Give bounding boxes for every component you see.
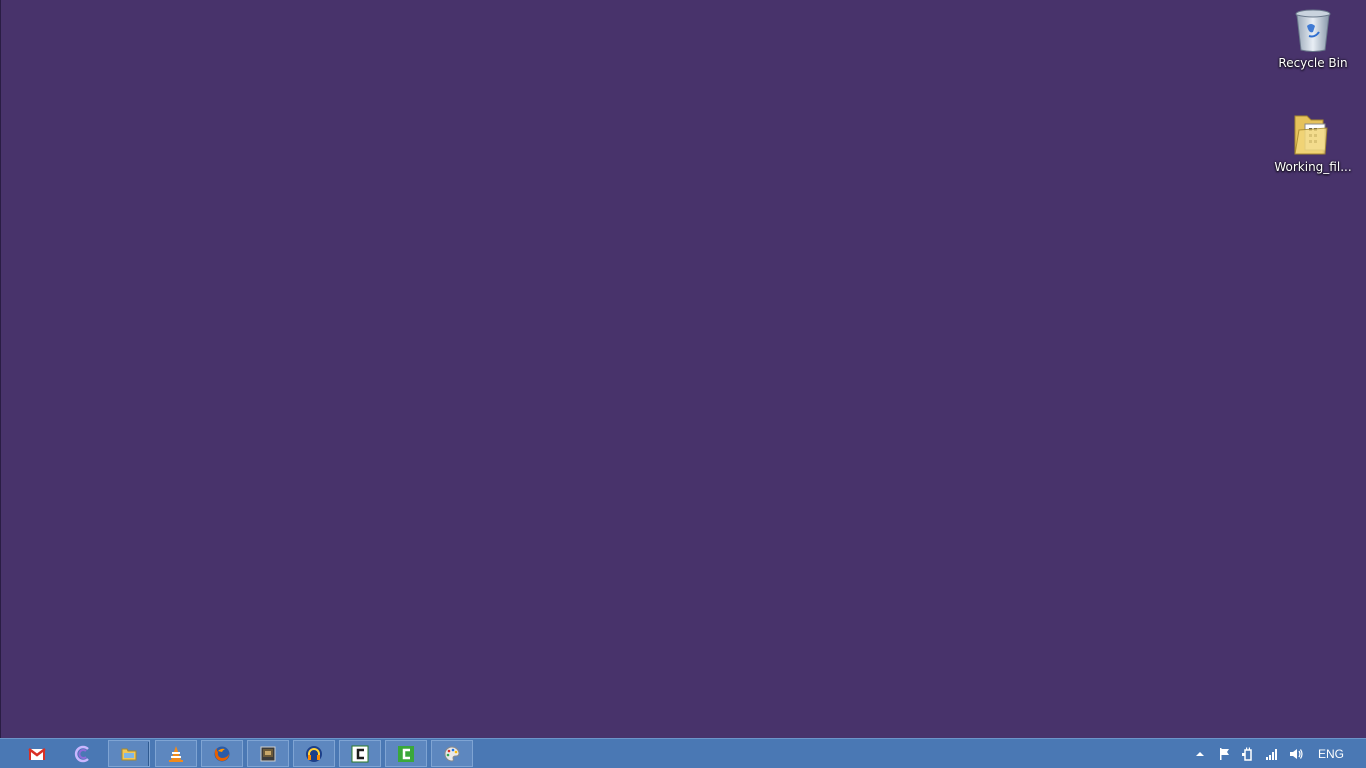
paint-palette-icon [444, 745, 460, 762]
camtasia-green-icon [398, 745, 414, 762]
network-signal-icon [1265, 748, 1277, 760]
power-button[interactable] [1236, 739, 1260, 768]
taskbar-item-firefox[interactable] [201, 740, 243, 767]
desktop-icon-working-files[interactable]: Working_fil... [1274, 110, 1352, 174]
taskbar-item-camtasia-1[interactable] [339, 740, 381, 767]
firefox-icon [214, 746, 230, 761]
desktop[interactable]: Recycle Bin Working_fil... [0, 0, 1366, 738]
input-language-indicator[interactable]: ENG [1308, 747, 1366, 761]
taskbar-item-file-explorer[interactable] [108, 740, 150, 767]
show-hidden-icons-button[interactable] [1188, 739, 1212, 768]
taskbar-separator [148, 742, 150, 766]
mail-icon [28, 747, 46, 760]
taskbar: ENG [0, 738, 1366, 768]
volume-button[interactable] [1284, 739, 1308, 768]
taskbar-item-browser[interactable] [62, 740, 104, 767]
folder-icon [121, 748, 137, 760]
vlc-cone-icon [169, 745, 183, 762]
taskbar-item-camtasia-2[interactable] [385, 740, 427, 767]
browser-icon [74, 745, 89, 762]
headphones-icon [306, 745, 322, 762]
folder-icon [1294, 115, 1328, 155]
camtasia-icon [351, 745, 369, 762]
chevron-up-icon [1195, 751, 1204, 756]
power-plug-icon [1241, 747, 1252, 761]
system-tray: ENG [1188, 739, 1366, 768]
action-center-button[interactable] [1212, 739, 1236, 768]
desktop-icon-label: Recycle Bin [1278, 56, 1348, 70]
app-window-icon [260, 746, 276, 761]
flag-icon [1219, 747, 1229, 760]
taskbar-item-vlc[interactable] [155, 740, 197, 767]
taskbar-item-audio-app[interactable] [293, 740, 335, 767]
taskbar-item-gmail[interactable] [16, 740, 58, 767]
network-button[interactable] [1260, 739, 1284, 768]
taskbar-item-app-window[interactable] [247, 740, 289, 767]
volume-icon [1289, 748, 1303, 759]
desktop-icon-label: Working_fil... [1274, 160, 1352, 174]
recycle-bin-icon [1295, 9, 1331, 52]
taskbar-item-paint[interactable] [431, 740, 473, 767]
desktop-icon-recycle-bin[interactable]: Recycle Bin [1274, 6, 1352, 70]
